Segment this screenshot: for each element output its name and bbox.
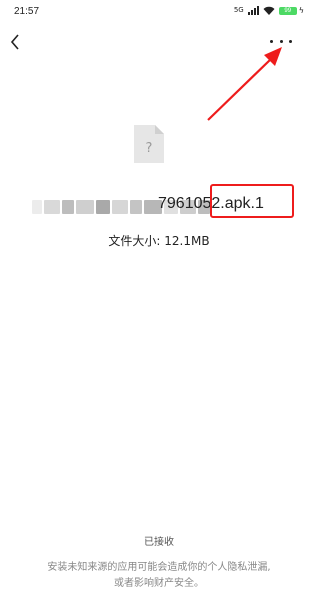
svg-text:?: ? — [146, 141, 153, 156]
more-dot-icon — [289, 39, 292, 43]
more-dot-icon — [270, 39, 273, 43]
charging-icon: ϟ — [298, 6, 304, 15]
received-status: 已接收 — [144, 537, 174, 548]
more-dot-icon — [279, 39, 283, 43]
network-type-label: 5G — [233, 6, 244, 14]
unknown-file-icon: ? — [134, 125, 164, 163]
annotation-highlight-box — [210, 184, 294, 218]
battery-icon: 99 ϟ — [278, 6, 304, 15]
security-warning: 安装未知来源的应用可能会造成你的个人隐私泄漏, 或者影响财产安全。 — [0, 560, 318, 592]
wifi-icon — [263, 6, 275, 15]
status-icons: 5G 99 ϟ — [234, 6, 304, 15]
warning-line-1: 安装未知来源的应用可能会造成你的个人隐私泄漏, — [47, 562, 271, 573]
status-time: 21:57 — [14, 6, 40, 17]
more-options-button[interactable] — [270, 34, 292, 48]
file-size: 文件大小: 12.1MB — [108, 234, 210, 248]
battery-level: 99 — [278, 6, 297, 15]
warning-line-2: 或者影响财产安全。 — [114, 578, 204, 589]
chevron-left-icon[interactable] — [6, 32, 26, 52]
top-nav — [0, 28, 318, 58]
signal-icon — [247, 6, 259, 15]
status-bar: 21:57 5G 99 ϟ — [0, 0, 318, 22]
annotation-arrow-icon — [207, 47, 282, 121]
